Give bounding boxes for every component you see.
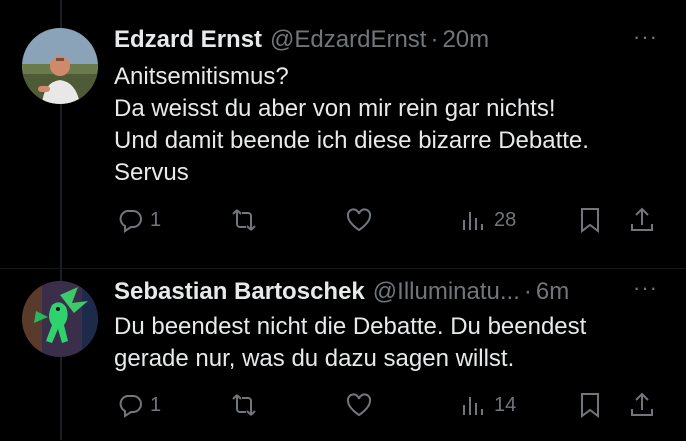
reply-button[interactable]: 1 xyxy=(116,385,161,425)
retweet-icon xyxy=(232,209,256,231)
like-button[interactable] xyxy=(345,200,379,240)
reply-count: 1 xyxy=(150,393,162,416)
bookmark-button[interactable] xyxy=(576,385,604,425)
heart-icon xyxy=(346,393,372,417)
tweet-text-line: Servus xyxy=(114,159,189,186)
bookmark-button[interactable] xyxy=(576,200,604,240)
retweet-button[interactable] xyxy=(230,385,264,425)
reply-button[interactable]: 1 xyxy=(116,200,161,240)
author-name[interactable]: Sebastian Bartoschek xyxy=(114,278,365,306)
reply-icon xyxy=(119,210,142,233)
tweet-header: Edzard Ernst @EdzardErnst · 20m xyxy=(114,26,656,56)
share-icon xyxy=(631,392,653,416)
separator-dot: · xyxy=(430,26,439,53)
avatar[interactable] xyxy=(22,281,98,357)
views-icon xyxy=(463,212,483,230)
share-button[interactable] xyxy=(628,200,656,240)
timestamp[interactable]: 6m xyxy=(536,278,569,306)
views-button[interactable]: 28 xyxy=(460,200,516,240)
like-button[interactable] xyxy=(345,385,379,425)
tweet-actions: 1 28 xyxy=(0,200,686,240)
share-button[interactable] xyxy=(628,385,656,425)
views-icon xyxy=(463,397,483,415)
avatar[interactable] xyxy=(22,28,98,104)
tweet-text-line: gerade nur, was du dazu sagen willst. xyxy=(114,345,515,372)
views-count: 28 xyxy=(494,208,517,231)
tweet-text: Anitsemitismus? Da weisst du aber von mi… xyxy=(114,61,666,189)
timestamp[interactable]: 20m xyxy=(442,26,489,54)
tweet-text-line: Da weisst du aber von mir rein gar nicht… xyxy=(114,95,556,122)
author-handle[interactable]: @EdzardErnst xyxy=(270,26,426,54)
separator-dot: · xyxy=(523,278,532,305)
tweet-sebastian-bartoschek[interactable]: Sebastian Bartoschek @Illuminatu... · 6m… xyxy=(0,268,686,441)
retweet-icon xyxy=(232,394,256,416)
tweet-edzard-ernst[interactable]: Edzard Ernst @EdzardErnst · 20m ··· Anit… xyxy=(0,0,686,268)
author-handle[interactable]: @Illuminatu... xyxy=(373,278,520,306)
heart-icon xyxy=(346,208,372,232)
share-icon xyxy=(631,207,653,231)
person-photo-icon xyxy=(22,28,98,104)
retweet-button[interactable] xyxy=(230,200,264,240)
bookmark-icon xyxy=(581,393,599,418)
tweet-text: Du beendest nicht die Debatte. Du beende… xyxy=(114,311,666,375)
tweet-header: Sebastian Bartoschek @Illuminatu... · 6m xyxy=(114,278,656,308)
reply-icon xyxy=(119,395,142,418)
author-name[interactable]: Edzard Ernst xyxy=(114,26,262,54)
reply-count: 1 xyxy=(150,208,162,231)
tweet-text-line: Und damit beende ich diese bizarre Debat… xyxy=(114,127,589,154)
more-options-icon[interactable]: ··· xyxy=(633,275,658,301)
views-count: 14 xyxy=(494,393,517,416)
tweet-text-line: Anitsemitismus? xyxy=(114,63,289,90)
more-options-icon[interactable]: ··· xyxy=(633,24,658,50)
tweet-text-line: Du beendest nicht die Debatte. Du beende… xyxy=(114,313,587,340)
bookmark-icon xyxy=(581,208,599,233)
tweet-actions: 1 14 xyxy=(0,385,686,425)
dragon-illustration-icon xyxy=(22,281,98,357)
views-button[interactable]: 14 xyxy=(460,385,516,425)
